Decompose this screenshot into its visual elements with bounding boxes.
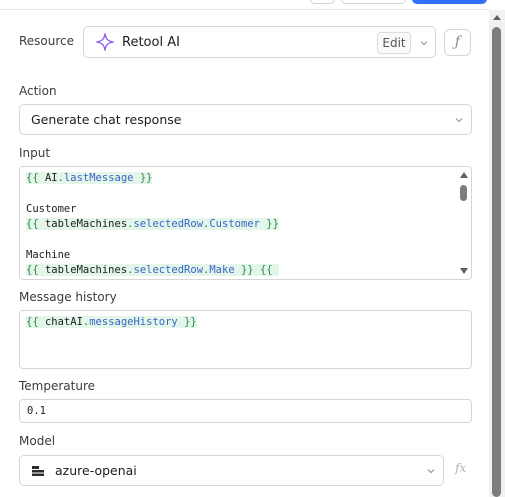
code-line: {{ AI.lastMessage }} [26, 172, 153, 184]
toolbar-button[interactable] [310, 0, 335, 4]
top-toolbar [0, 0, 489, 10]
model-fx-button[interactable]: fx [455, 461, 466, 475]
chevron-down-icon [427, 469, 435, 474]
scrollbar-thumb[interactable] [460, 185, 467, 201]
code-line: {{ tableMachines.selectedRow.Customer }} [26, 218, 279, 230]
model-label: Model [19, 434, 56, 448]
resource-fx-button[interactable]: ƒ [444, 29, 471, 56]
chevron-down-icon[interactable] [419, 38, 429, 48]
action-select-value: Generate chat response [31, 112, 182, 127]
input-scrollbar[interactable] [457, 167, 471, 279]
chevron-down-icon [455, 118, 463, 123]
action-select[interactable]: Generate chat response [19, 104, 472, 135]
code-line: {{ tableMachines.selectedRow.Make }} {{ [26, 264, 279, 276]
code-line: Customer [26, 203, 77, 215]
edit-resource-button[interactable]: Edit [377, 32, 411, 54]
resource-name: Retool AI [122, 35, 180, 50]
message-history-code-editor[interactable]: {{ chatAI.messageHistory }} [19, 310, 472, 369]
scroll-up-arrow-icon[interactable] [460, 172, 468, 178]
code-line: Machine [26, 249, 71, 261]
temperature-value: 0.1 [27, 405, 46, 417]
database-icon [32, 466, 44, 476]
scrollbar-thumb[interactable] [492, 27, 501, 497]
toolbar-button[interactable] [341, 0, 406, 4]
page-scrollbar[interactable] [489, 10, 505, 497]
temperature-label: Temperature [19, 379, 96, 393]
resource-select[interactable]: Retool AI Edit [83, 26, 436, 58]
scroll-up-arrow-icon[interactable] [493, 15, 501, 20]
input-label: Input [19, 146, 51, 160]
scroll-down-arrow-icon[interactable] [460, 268, 468, 274]
action-label: Action [19, 84, 57, 98]
message-history-label: Message history [19, 290, 117, 304]
code-line: {{ chatAI.messageHistory }} [26, 316, 197, 328]
input-code-editor[interactable]: {{ AI.lastMessage }} Customer {{ tableMa… [19, 166, 472, 280]
primary-toolbar-button[interactable] [412, 0, 487, 4]
model-select-value: azure-openai [55, 463, 137, 478]
resource-label: Resource [19, 34, 75, 48]
temperature-input[interactable]: 0.1 [19, 399, 472, 423]
sparkle-icon [96, 33, 114, 51]
model-select[interactable]: azure-openai [19, 455, 444, 486]
